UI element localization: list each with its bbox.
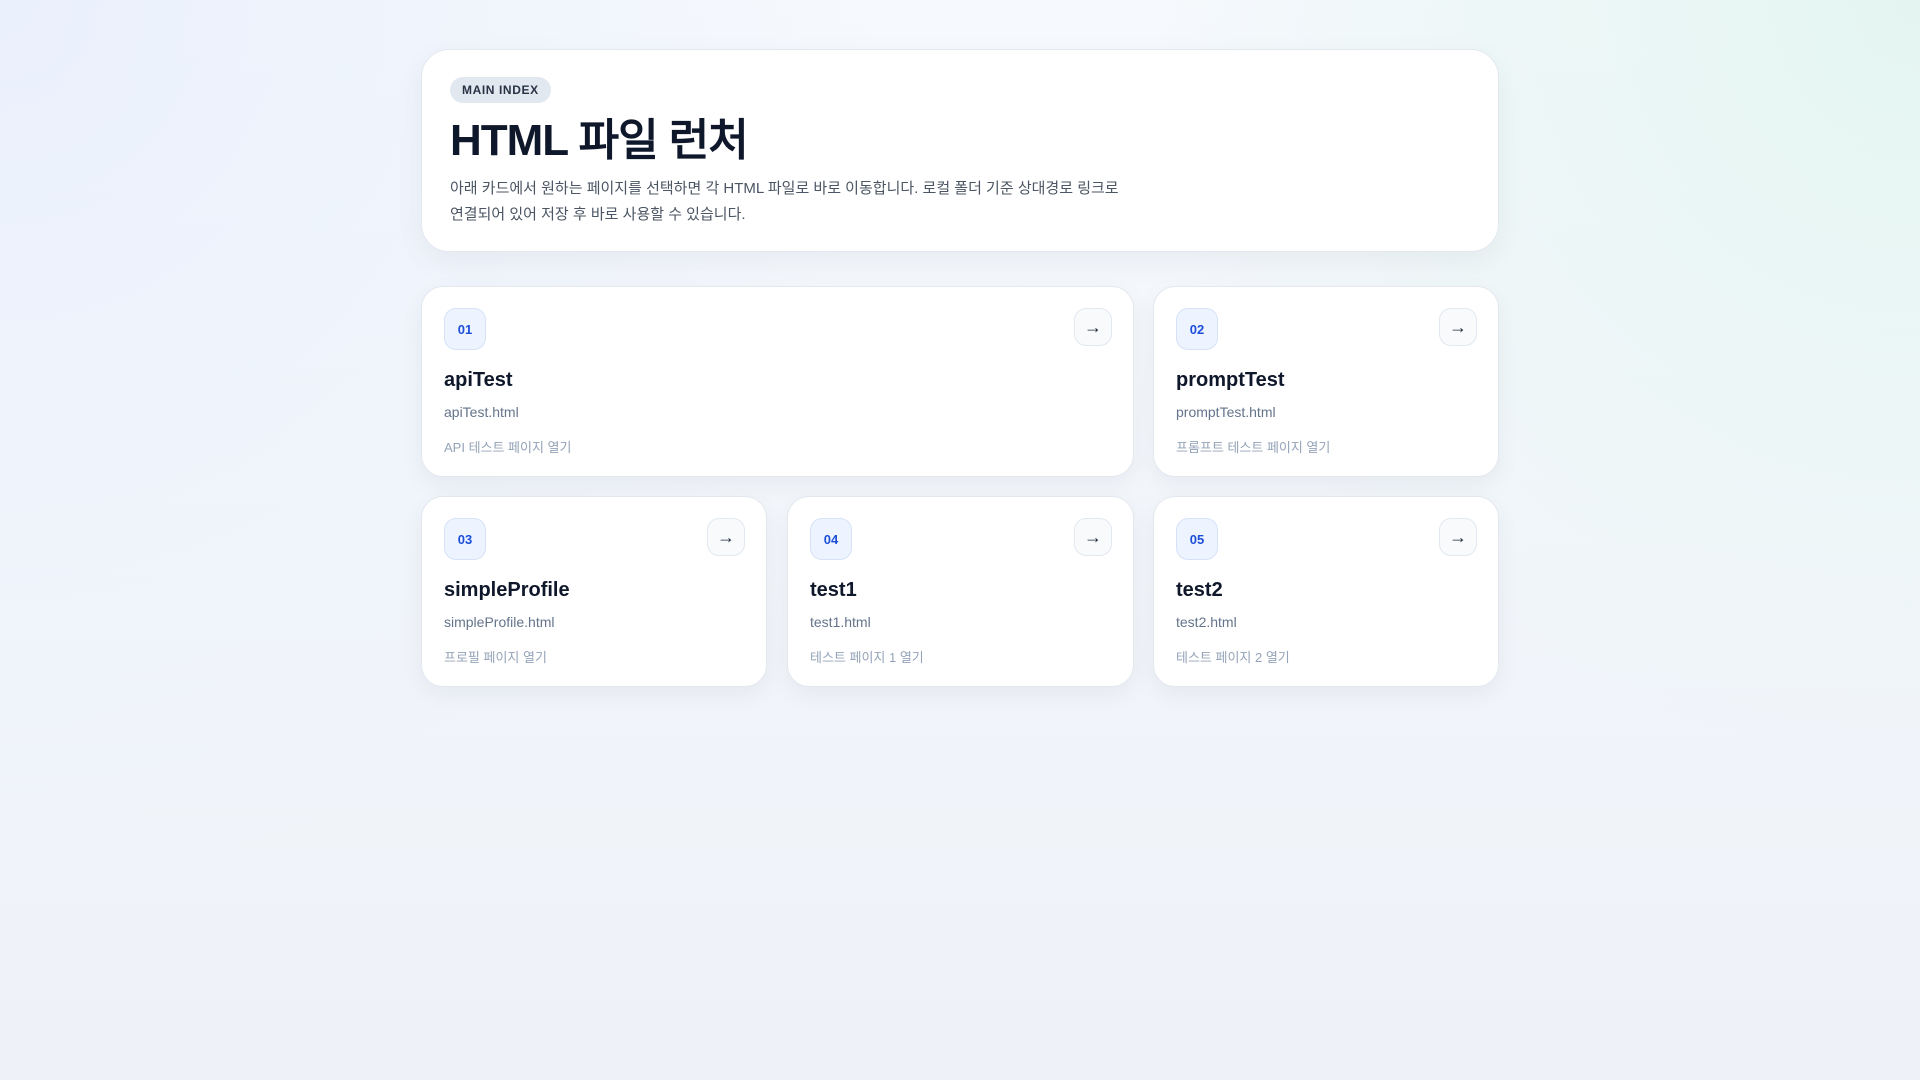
card-filename: test1.html bbox=[810, 614, 871, 630]
card-title: test1 bbox=[810, 579, 857, 601]
card-description: 테스트 페이지 2 열기 bbox=[1176, 650, 1290, 665]
arrow-right-icon[interactable]: → bbox=[1074, 518, 1112, 556]
card-title: test2 bbox=[1176, 579, 1223, 601]
launcher-card-apitest[interactable]: 01 → apiTest apiTest.html API 테스트 페이지 열기 bbox=[421, 286, 1134, 477]
card-filename: test2.html bbox=[1176, 614, 1237, 630]
card-number-badge: 05 bbox=[1176, 518, 1218, 560]
card-filename: apiTest.html bbox=[444, 404, 519, 420]
launcher-card-prompttest[interactable]: 02 → promptTest promptTest.html 프롬프트 테스트… bbox=[1153, 286, 1499, 477]
arrow-right-icon[interactable]: → bbox=[1074, 308, 1112, 346]
arrow-right-icon[interactable]: → bbox=[1439, 518, 1477, 556]
card-description: API 테스트 페이지 열기 bbox=[444, 440, 572, 455]
arrow-right-icon[interactable]: → bbox=[707, 518, 745, 556]
card-description: 테스트 페이지 1 열기 bbox=[810, 650, 924, 665]
card-description: 프로필 페이지 열기 bbox=[444, 650, 547, 665]
main-index-badge: MAIN INDEX bbox=[450, 77, 551, 103]
launcher-card-test1[interactable]: 04 → test1 test1.html 테스트 페이지 1 열기 bbox=[787, 496, 1134, 687]
card-number-badge: 03 bbox=[444, 518, 486, 560]
hero-header: MAIN INDEX HTML 파일 런처 아래 카드에서 원하는 페이지를 선… bbox=[421, 49, 1499, 252]
card-title: apiTest bbox=[444, 369, 513, 391]
arrow-right-icon[interactable]: → bbox=[1439, 308, 1477, 346]
card-description: 프롬프트 테스트 페이지 열기 bbox=[1176, 440, 1331, 455]
page-description-line-1: 아래 카드에서 원하는 페이지를 선택하면 각 HTML 파일로 바로 이동합니… bbox=[450, 180, 1119, 197]
card-filename: promptTest.html bbox=[1176, 404, 1276, 420]
page-title: HTML 파일 런처 bbox=[450, 116, 749, 165]
card-number-badge: 01 bbox=[444, 308, 486, 350]
card-title: simpleProfile bbox=[444, 579, 570, 601]
page-container: MAIN INDEX HTML 파일 런처 아래 카드에서 원하는 페이지를 선… bbox=[421, 49, 1499, 252]
card-number-badge: 04 bbox=[810, 518, 852, 560]
card-title: promptTest bbox=[1176, 369, 1285, 391]
page-description-line-2: 연결되어 있어 저장 후 바로 사용할 수 있습니다. bbox=[450, 206, 746, 223]
launcher-card-test2[interactable]: 05 → test2 test2.html 테스트 페이지 2 열기 bbox=[1153, 496, 1499, 687]
card-number-badge: 02 bbox=[1176, 308, 1218, 350]
page-description: 아래 카드에서 원하는 페이지를 선택하면 각 HTML 파일로 바로 이동합니… bbox=[450, 176, 1190, 228]
launcher-card-simpleprofile[interactable]: 03 → simpleProfile simpleProfile.html 프로… bbox=[421, 496, 767, 687]
card-filename: simpleProfile.html bbox=[444, 614, 555, 630]
